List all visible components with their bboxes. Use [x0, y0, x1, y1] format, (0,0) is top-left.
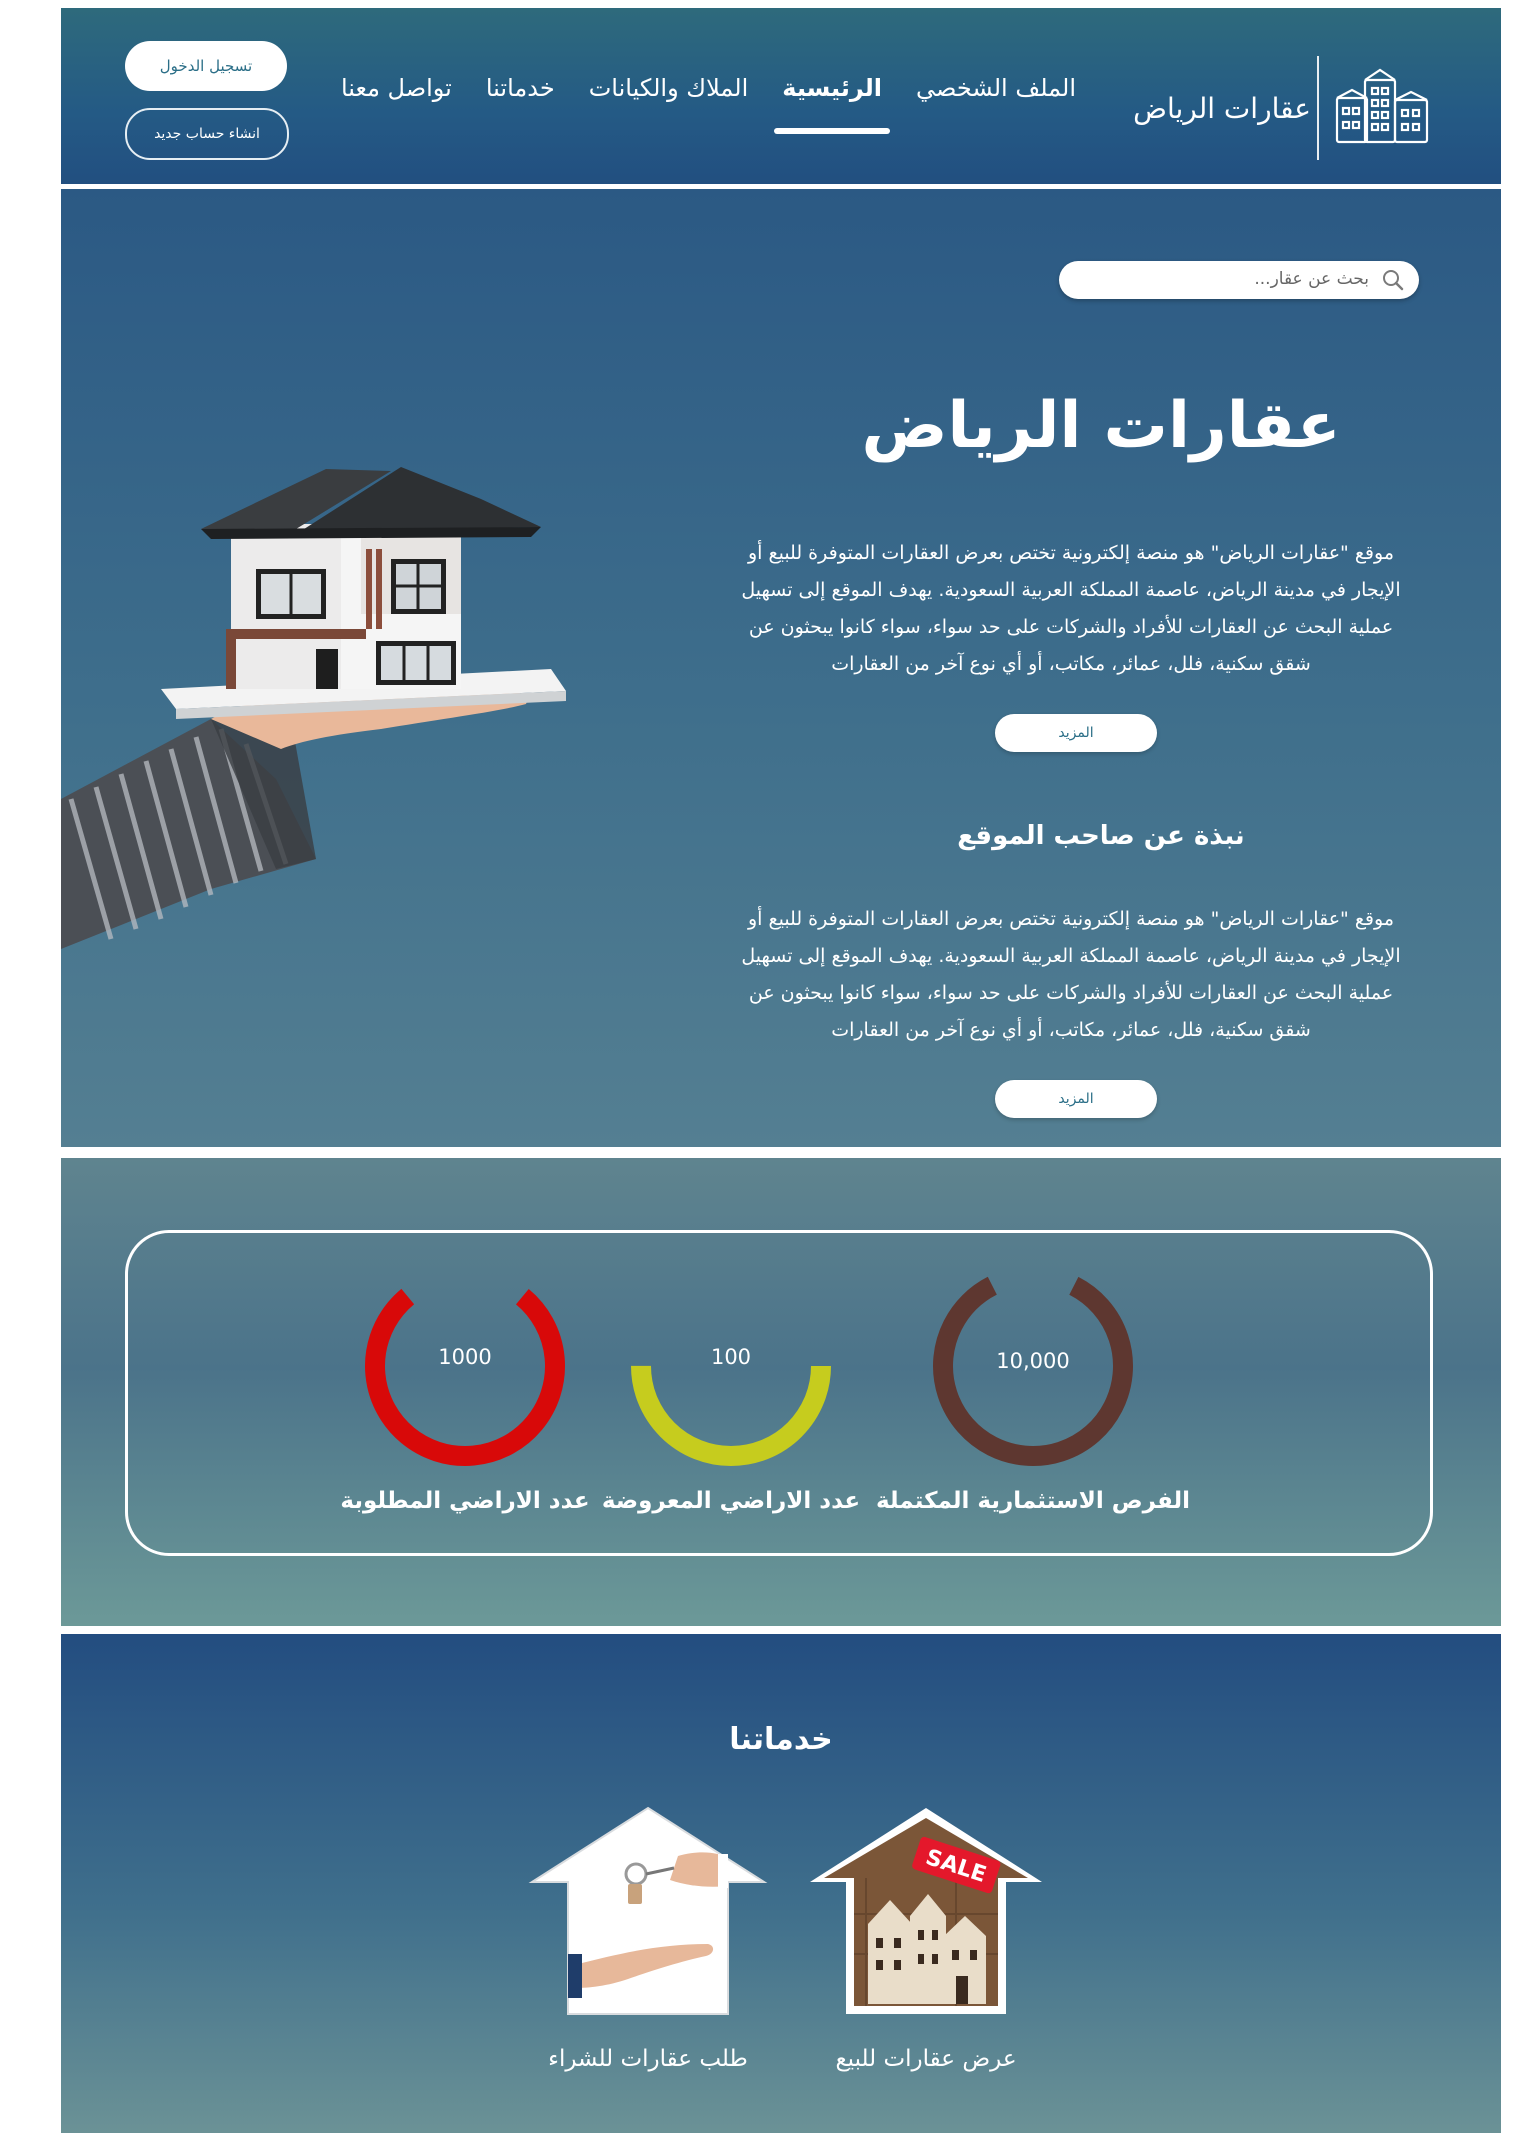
- nav-item-home-label: الرئيسية: [782, 74, 883, 102]
- brand-divider: [1317, 56, 1319, 160]
- hero-paragraph-line: شقق سكنية، فلل، عمائر، مكاتب، أو أي نوع …: [831, 653, 1311, 675]
- search-input[interactable]: بحث عن عقار...: [1254, 269, 1369, 289]
- hero-title: عقارات الرياض: [861, 389, 1341, 463]
- stat-completed-investments: 10,000 الفرص الاستثمارية المكتملة: [876, 1261, 1190, 1514]
- hero-paragraph-line: الإيجار في مدينة الرياض، عاصمة المملكة ا…: [741, 579, 1401, 601]
- stat-requested-lands: 1000 عدد الاراضي المطلوبة: [335, 1261, 595, 1514]
- login-button[interactable]: تسجيل الدخول: [125, 41, 287, 91]
- service-label: طلب عقارات للشراء: [548, 2046, 748, 2072]
- about-more-button[interactable]: المزيد: [995, 1080, 1157, 1118]
- nav-item-contact[interactable]: تواصل معنا: [341, 74, 452, 102]
- active-nav-indicator: [774, 128, 891, 134]
- hero-paragraph: موقع "عقارات الرياض" هو منصة إلكترونية ت…: [721, 535, 1421, 683]
- search-icon[interactable]: [1381, 268, 1405, 296]
- stat-value: 1000: [438, 1345, 492, 1369]
- nav-item-owners[interactable]: الملاك والكيانات: [589, 74, 749, 102]
- nav-item-profile[interactable]: الملف الشخصي: [916, 74, 1076, 102]
- about-paragraph-line: شقق سكنية، فلل، عمائر، مكاتب، أو أي نوع …: [831, 1019, 1311, 1041]
- main-nav: الملف الشخصي الرئيسية الملاك والكيانات خ…: [341, 74, 1076, 134]
- service-label: عرض عقارات للبيع: [835, 2046, 1017, 2072]
- about-paragraph-line: عملية البحث عن العقارات للأفراد والشركات…: [748, 982, 1394, 1004]
- site-header: عقارات الرياض الملف الشخصي الرئيسية المل…: [61, 8, 1501, 184]
- about-paragraph-line: الإيجار في مدينة الرياض، عاصمة المملكة ا…: [741, 945, 1401, 967]
- stat-value: 10,000: [996, 1349, 1070, 1373]
- more-button[interactable]: المزيد: [995, 714, 1157, 752]
- stat-label: عدد الاراضي المطلوبة: [340, 1488, 590, 1514]
- buildings-logo-icon: [1335, 68, 1431, 148]
- stat-value: 100: [710, 1345, 752, 1369]
- service-card-buy[interactable]: طلب عقارات للشراء: [528, 1804, 768, 2072]
- services-section: خدماتنا SALE عرض عقارات للبيع طلب عقارات…: [61, 1634, 1501, 2133]
- stats-section: 10,000 الفرص الاستثمارية المكتملة 100 عد…: [61, 1158, 1501, 1626]
- search-box[interactable]: بحث عن عقار...: [1059, 261, 1419, 299]
- stat-label: الفرص الاستثمارية المكتملة: [875, 1488, 1191, 1514]
- hero-paragraph-line: عملية البحث عن العقارات للأفراد والشركات…: [748, 616, 1394, 638]
- brand-title: عقارات الرياض: [1133, 91, 1311, 125]
- register-button[interactable]: انشاء حساب جديد: [125, 108, 289, 160]
- nav-item-services[interactable]: خدماتنا: [486, 74, 555, 102]
- service-card-sell[interactable]: SALE عرض عقارات للبيع: [806, 1804, 1046, 2072]
- stats-card: 10,000 الفرص الاستثمارية المكتملة 100 عد…: [125, 1230, 1433, 1556]
- stat-offered-lands: 100 عدد الاراضي المعروضة: [601, 1261, 861, 1514]
- hero-paragraph-line: موقع "عقارات الرياض" هو منصة إلكترونية ت…: [747, 542, 1395, 564]
- hero-section: بحث عن عقار... عقارات الرياض موقع "عقارا…: [61, 189, 1501, 1147]
- about-paragraph: موقع "عقارات الرياض" هو منصة إلكترونية ت…: [721, 901, 1421, 1049]
- about-title: نبذة عن صاحب الموقع: [957, 821, 1245, 851]
- house-in-hand-image: [61, 419, 641, 959]
- key-handover-house-image: [528, 1806, 768, 2015]
- services-title: خدماتنا: [729, 1722, 833, 1757]
- about-paragraph-line: موقع "عقارات الرياض" هو منصة إلكترونية ت…: [747, 908, 1395, 930]
- nav-item-home[interactable]: الرئيسية: [774, 74, 891, 134]
- brand[interactable]: عقارات الرياض: [1117, 56, 1431, 160]
- for-sale-house-image: SALE: [810, 1808, 1042, 2014]
